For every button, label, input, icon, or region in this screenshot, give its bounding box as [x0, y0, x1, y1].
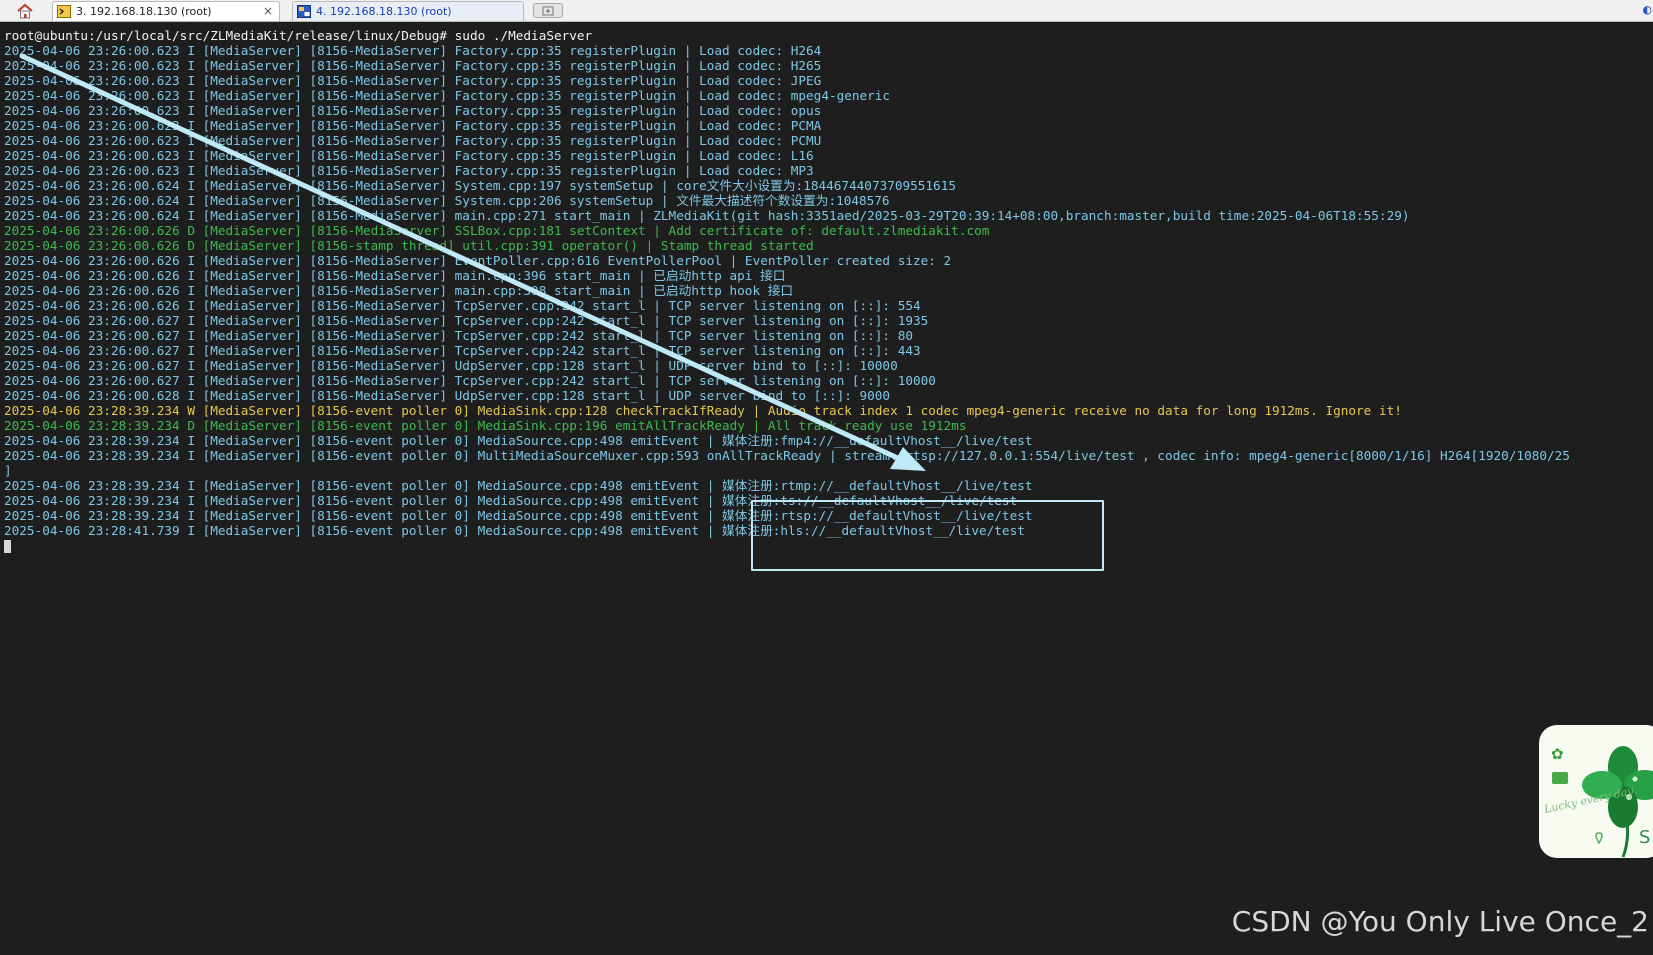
log-line: 2025-04-06 23:26:00.624 I [MediaServer] … [4, 193, 890, 208]
log-line: 2025-04-06 23:26:00.623 I [MediaServer] … [4, 43, 822, 58]
log-line: 2025-04-06 23:28:39.234 W [MediaServer] … [4, 403, 1402, 418]
log-line: 2025-04-06 23:26:00.627 I [MediaServer] … [4, 343, 921, 358]
annotation-box [751, 500, 1104, 571]
tab-label: 3. 192.168.18.130 (root) [76, 5, 212, 18]
clover-sticker: ✿ Lucky every day S [1539, 725, 1653, 858]
home-button[interactable] [8, 1, 42, 21]
log-line: 2025-04-06 23:26:00.623 I [MediaServer] … [4, 133, 822, 148]
log-line: 2025-04-06 23:26:00.627 I [MediaServer] … [4, 358, 898, 373]
tab-session-3[interactable]: 3. 192.168.18.130 (root) × [52, 1, 280, 21]
log-line: 2025-04-06 23:26:00.626 D [MediaServer] … [4, 223, 990, 238]
close-icon[interactable]: × [263, 2, 273, 21]
log-line: 2025-04-06 23:26:00.626 I [MediaServer] … [4, 283, 794, 298]
svg-text:S: S [1639, 827, 1650, 848]
new-tab-icon [542, 6, 554, 15]
svg-text:✿: ✿ [1551, 745, 1564, 763]
log-line: 2025-04-06 23:26:00.628 I [MediaServer] … [4, 388, 891, 403]
log-line: 2025-04-06 23:26:00.623 I [MediaServer] … [4, 148, 814, 163]
log-line: 2025-04-06 23:26:00.627 I [MediaServer] … [4, 328, 913, 343]
log-line: 2025-04-06 23:28:39.234 I [MediaServer] … [4, 448, 1570, 463]
log-line: 2025-04-06 23:26:00.627 I [MediaServer] … [4, 313, 929, 328]
log-line: 2025-04-06 23:26:00.623 I [MediaServer] … [4, 103, 822, 118]
clover-icon: ✿ Lucky every day S [1542, 745, 1653, 858]
log-line: 2025-04-06 23:28:39.234 I [MediaServer] … [4, 433, 1033, 448]
log-line: 2025-04-06 23:26:00.624 I [MediaServer] … [4, 208, 1410, 223]
text-cursor [4, 540, 11, 553]
log-line: 2025-04-06 23:26:00.626 D [MediaServer] … [4, 238, 814, 253]
tab-session-4[interactable]: 4. 192.168.18.130 (root) [292, 1, 524, 21]
watermark: CSDN @You Only Live Once_2 [1231, 905, 1649, 938]
log-line: 2025-04-06 23:26:00.624 I [MediaServer] … [4, 178, 956, 193]
terminal-icon [57, 5, 71, 18]
home-icon [17, 3, 33, 19]
log-line: 2025-04-06 23:26:00.623 I [MediaServer] … [4, 58, 822, 73]
session-icon [297, 5, 311, 18]
log-line: 2025-04-06 23:26:00.626 I [MediaServer] … [4, 268, 786, 283]
log-line: ] [4, 463, 12, 478]
log-line: 2025-04-06 23:26:00.623 I [MediaServer] … [4, 88, 891, 103]
terminal-window[interactable]: root@ubuntu:/usr/local/src/ZLMediaKit/re… [0, 22, 1653, 955]
log-line: 2025-04-06 23:26:00.627 I [MediaServer] … [4, 373, 936, 388]
new-tab-button[interactable] [533, 3, 563, 18]
log-line: 2025-04-06 23:28:39.234 I [MediaServer] … [4, 478, 1033, 493]
tab-bar: 3. 192.168.18.130 (root) × 4. 192.168.18… [0, 0, 1653, 22]
log-line: 2025-04-06 23:26:00.623 I [MediaServer] … [4, 73, 822, 88]
corner-icon[interactable]: ◐ [1643, 2, 1653, 18]
log-line: 2025-04-06 23:26:00.626 I [MediaServer] … [4, 298, 921, 313]
log-line: 2025-04-06 23:28:39.234 D [MediaServer] … [4, 418, 967, 433]
terminal-output: root@ubuntu:/usr/local/src/ZLMediaKit/re… [4, 28, 1570, 553]
log-line: 2025-04-06 23:26:00.623 I [MediaServer] … [4, 118, 822, 133]
log-line: 2025-04-06 23:26:00.626 I [MediaServer] … [4, 253, 952, 268]
shell-prompt: root@ubuntu:/usr/local/src/ZLMediaKit/re… [4, 28, 593, 43]
log-line: 2025-04-06 23:26:00.623 I [MediaServer] … [4, 163, 814, 178]
tab-label: 4. 192.168.18.130 (root) [316, 5, 452, 18]
